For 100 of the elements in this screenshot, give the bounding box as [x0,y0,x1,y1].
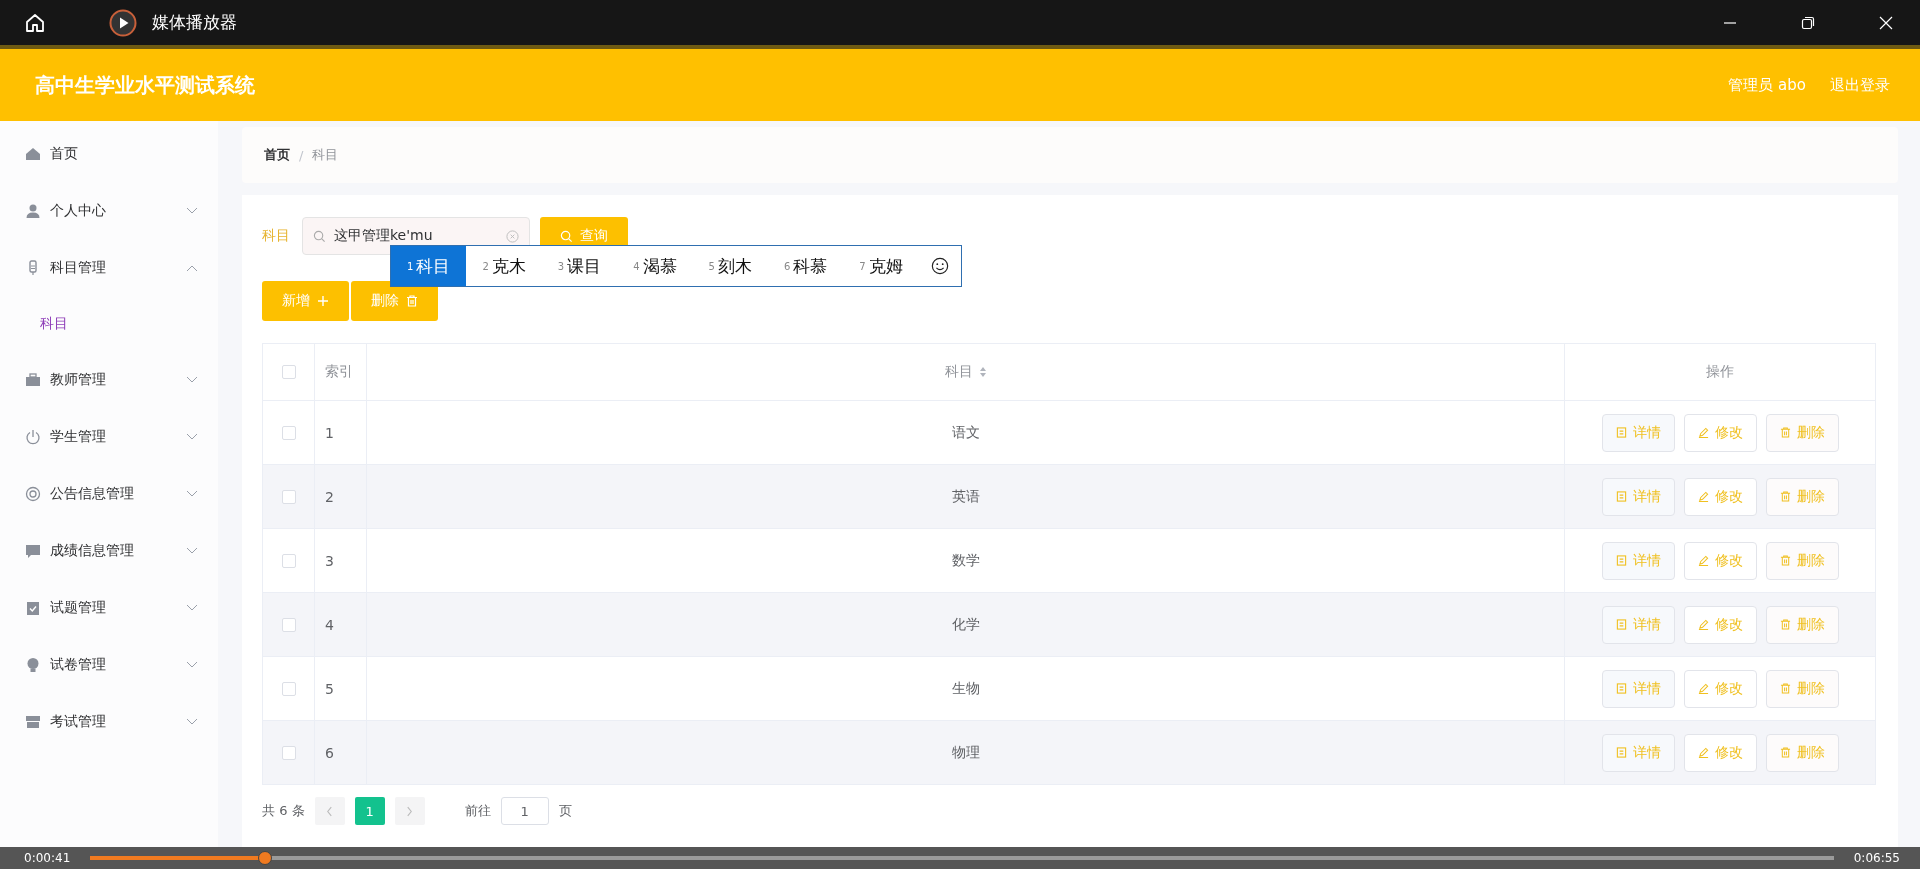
document-icon [1615,683,1627,694]
trash-icon [1779,427,1791,438]
page-unit: 页 [558,802,572,820]
document-icon [1615,619,1627,630]
table-cell: 英语 [951,487,980,506]
prev-page-button[interactable] [314,797,345,825]
sidebar-item[interactable]: 考试管理 [0,693,218,750]
document-icon [1615,555,1627,566]
detail-button[interactable]: 详情 [1601,541,1675,580]
delete-row-button[interactable]: 删除 [1765,477,1839,516]
page-input[interactable]: 1 [500,797,549,825]
detail-button[interactable]: 详情 [1601,605,1675,644]
pencil-icon [1697,619,1709,630]
search-icon [560,229,573,243]
select-all-checkbox[interactable] [281,365,296,379]
trash-icon [1779,683,1791,694]
delete-row-button[interactable]: 删除 [1765,669,1839,708]
detail-button[interactable]: 详情 [1601,733,1675,772]
delete-button[interactable]: 删除 [351,281,438,321]
row-checkbox[interactable] [281,617,296,632]
bulb-icon [25,656,41,673]
restore-icon[interactable] [1800,14,1816,31]
delete-row-button[interactable]: 删除 [1765,605,1839,644]
row-checkbox[interactable] [281,681,296,696]
user-icon [25,202,41,219]
edit-button[interactable]: 修改 [1683,477,1757,516]
elapsed-time: 0:00:41 [24,851,71,865]
sort-icon[interactable] [978,366,987,378]
total-count: 共 6 条 [262,802,305,820]
add-button[interactable]: 新增 [262,281,349,321]
lifebuoy-icon [25,485,41,502]
breadcrumb-link[interactable]: 首页 [264,146,290,164]
close-icon[interactable] [1878,14,1894,31]
ime-candidate[interactable]: 5 刻木 [692,246,768,286]
goto-label: 前往 [464,802,491,820]
chevron-right-icon [406,805,414,817]
pencil-icon [1697,427,1709,438]
total-time: 0:06:55 [1853,851,1900,865]
sidebar-item[interactable]: 首页 [0,125,218,182]
breadcrumb-separator: / [299,147,304,163]
sidebar-item[interactable]: 个人中心 [0,182,218,239]
pencil-icon [1697,747,1709,758]
ime-candidate[interactable]: 1 科目 [391,246,467,286]
row-checkbox[interactable] [281,489,296,504]
delete-row-button[interactable]: 删除 [1765,733,1839,772]
seek-bar[interactable] [90,851,1834,865]
delete-row-button[interactable]: 删除 [1765,541,1839,580]
row-checkbox[interactable] [281,553,296,568]
document-icon [1615,427,1627,438]
table-cell: 物理 [951,743,980,762]
sidebar-item[interactable]: 学生管理 [0,408,218,465]
table-cell: 化学 [951,615,980,634]
sidebar-item[interactable]: 试卷管理 [0,636,218,693]
user-name: 管理员 abo [1728,75,1806,95]
column-header[interactable]: 科目 [944,363,973,381]
ime-candidate[interactable]: 6 科慕 [767,246,844,286]
detail-button[interactable]: 详情 [1601,413,1675,452]
row-checkbox[interactable] [281,745,296,760]
breadcrumb-link[interactable]: 科目 [312,146,339,164]
play-icon [109,8,137,37]
search-label: 科目 [262,227,290,245]
row-checkbox[interactable] [281,425,296,440]
seek-thumb[interactable] [257,851,272,865]
edit-button[interactable]: 修改 [1683,413,1757,452]
table-cell: 6 [325,744,334,761]
column-header: 操作 [1706,363,1734,381]
edit-button[interactable]: 修改 [1683,669,1757,708]
edit-button[interactable]: 修改 [1683,541,1757,580]
detail-button[interactable]: 详情 [1601,477,1675,516]
edit-button[interactable]: 修改 [1683,733,1757,772]
app-title: 高中生学业水平测试系统 [35,71,255,99]
sidebar-item[interactable]: 科目管理 [0,239,218,296]
trash-icon [1779,491,1791,502]
pencil-icon [1697,683,1709,694]
sidebar-item[interactable]: 公告信息管理 [0,465,218,522]
document-icon [1615,747,1627,758]
emoji-icon[interactable] [930,257,949,275]
ime-candidate[interactable]: 7 克姆 [843,246,919,286]
chat-icon [25,542,41,559]
window-title: 媒体播放器 [152,11,237,34]
document-icon [1615,491,1627,502]
sidebar-item[interactable]: 试题管理 [0,579,218,636]
clear-icon[interactable] [506,229,519,243]
next-page-button[interactable] [394,797,425,825]
table-cell: 生物 [951,679,980,698]
page-button[interactable]: 1 [354,797,385,825]
clipboard-check-icon [25,599,41,616]
table-cell: 5 [325,680,334,697]
briefcase-icon [25,371,41,388]
pencil-icon [1697,555,1709,566]
column-header: 索引 [325,363,353,381]
sidebar-item[interactable]: 成绩信息管理 [0,522,218,579]
detail-button[interactable]: 详情 [1601,669,1675,708]
sidebar-item[interactable]: 教师管理 [0,351,218,408]
delete-row-button[interactable]: 删除 [1765,413,1839,452]
submenu-item[interactable]: 科目 [0,296,218,351]
edit-button[interactable]: 修改 [1683,605,1757,644]
logout-link[interactable]: 退出登录 [1830,75,1890,95]
trash-icon [1779,619,1791,630]
trash-icon [1779,555,1791,566]
